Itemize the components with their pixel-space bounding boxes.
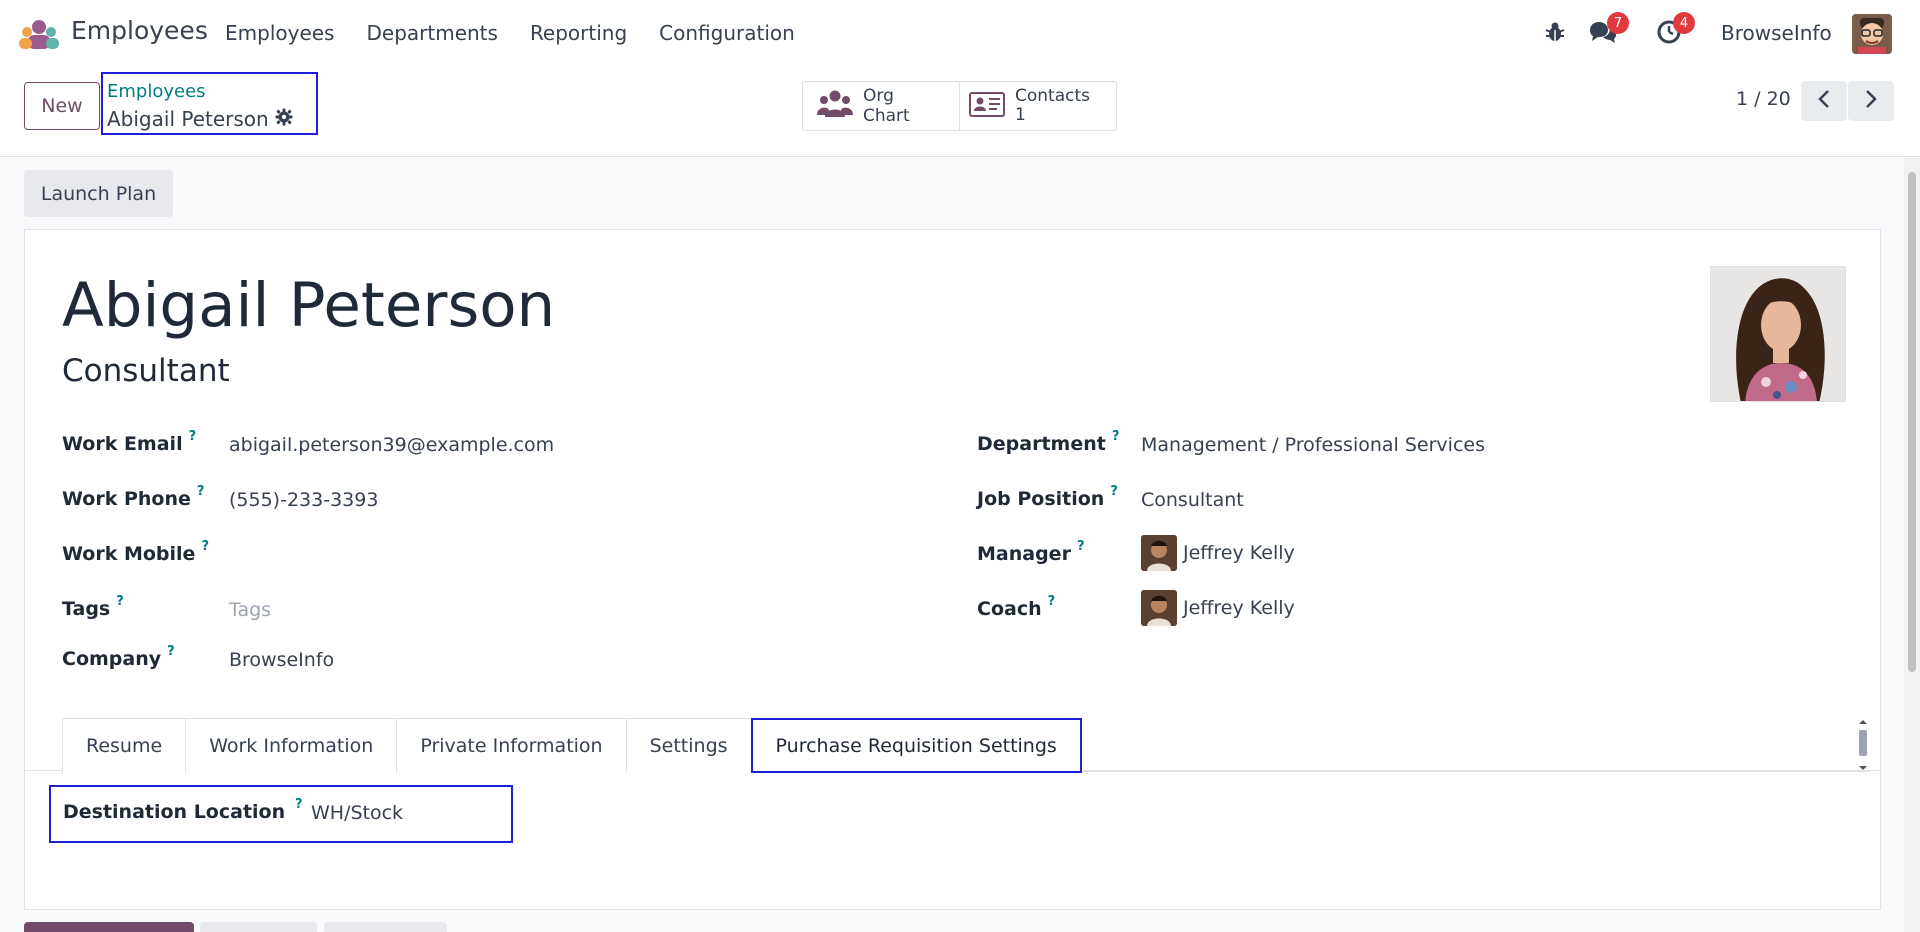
field-tags: Tags ? Tags [62,594,271,621]
chevron-left-icon [1817,89,1831,113]
control-panel: New Employees Abigail Peterson Org Chart… [0,69,1920,157]
manager-name: Jeffrey Kelly [1183,542,1295,564]
menu-item-reporting[interactable]: Reporting [530,21,627,45]
menu-item-employees[interactable]: Employees [225,21,334,45]
help-marker[interactable]: ? [116,594,124,609]
menu-item-configuration[interactable]: Configuration [659,21,795,45]
destination-location-value[interactable]: WH/Stock [311,802,403,824]
help-marker[interactable]: ? [1110,484,1118,499]
field-manager: Manager ? Jeffrey Kelly [977,535,1295,571]
coach-label: Coach [977,598,1042,620]
contacts-count: 1 [1015,105,1026,125]
gear-icon[interactable] [275,107,293,131]
contacts-button[interactable]: Contacts 1 [959,82,1116,130]
work-phone-label: Work Phone [62,488,191,510]
coach-avatar [1141,590,1177,626]
chatter-log-note-button[interactable] [200,922,317,932]
org-chart-button[interactable]: Org Chart [803,82,959,130]
job-position-label: Job Position [977,488,1105,510]
tab-purchase-requisition-settings[interactable]: Purchase Requisition Settings [750,718,1082,773]
top-navbar: Employees Employees Departments Reportin… [0,0,1920,69]
notebook-tabs: Resume Work Information Private Informat… [62,718,1870,773]
breadcrumb-current: Abigail Peterson [107,107,293,131]
manager-label: Manager [977,543,1071,565]
messages-count-badge: 7 [1607,12,1629,34]
tabs-scrollbar[interactable] [1856,718,1870,772]
pager-value[interactable]: 1 / 20 [1736,88,1791,110]
tab-resume[interactable]: Resume [62,718,187,773]
app-name[interactable]: Employees [71,16,208,45]
field-company: Company ? BrowseInfo [62,644,334,671]
help-marker[interactable]: ? [201,539,209,554]
chevron-right-icon [1864,89,1878,113]
field-work-mobile: Work Mobile ? [62,539,209,565]
main-menu: Employees Departments Reporting Configur… [225,21,795,45]
messages-button[interactable]: 7 [1585,12,1629,54]
work-email-value[interactable]: abigail.peterson39@example.com [229,434,554,456]
work-mobile-label: Work Mobile [62,543,196,565]
field-work-email: Work Email ? abigail.peterson39@example.… [62,429,554,456]
org-chart-label: Org Chart [863,86,910,126]
user-avatar[interactable] [1852,14,1892,54]
new-button[interactable]: New [24,82,100,130]
employee-job-title[interactable]: Consultant [62,353,230,389]
contact-card-icon [969,90,1006,122]
employee-name[interactable]: Abigail Peterson [62,270,555,341]
help-marker[interactable]: ? [197,484,205,499]
coach-name: Jeffrey Kelly [1183,597,1295,619]
bug-icon [1544,21,1566,47]
breadcrumb-current-label: Abigail Peterson [107,107,269,131]
form-view: Launch Plan Abigail Peterson Consultant … [0,158,1920,932]
tab-work-information[interactable]: Work Information [185,718,398,773]
help-marker[interactable]: ? [167,644,175,659]
manager-avatar [1141,535,1177,571]
coach-value[interactable]: Jeffrey Kelly [1141,590,1295,626]
department-label: Department [977,433,1106,455]
help-marker[interactable]: ? [1048,594,1056,609]
breadcrumb: Employees Abigail Peterson [101,72,318,135]
app-logo-icon[interactable] [19,19,59,51]
help-marker[interactable]: ? [295,797,303,812]
pager-previous-button[interactable] [1801,81,1847,121]
field-job-position: Job Position ? Consultant [977,484,1244,511]
menu-item-departments[interactable]: Departments [366,21,497,45]
company-value[interactable]: BrowseInfo [229,649,334,671]
debug-button[interactable] [1540,14,1570,54]
help-marker[interactable]: ? [1112,429,1120,444]
employee-photo[interactable] [1710,266,1846,402]
field-work-phone: Work Phone ? (555)-233-3393 [62,484,378,511]
tags-input[interactable]: Tags [229,599,271,621]
job-position-value[interactable]: Consultant [1141,489,1244,511]
smart-buttons: Org Chart Contacts 1 [802,81,1117,131]
page-scrollbar-thumb[interactable] [1908,172,1916,672]
launch-plan-button[interactable]: Launch Plan [24,170,173,217]
department-value[interactable]: Management / Professional Services [1141,434,1485,456]
form-sheet: Abigail Peterson Consultant Work Email ?… [24,229,1882,910]
tags-label: Tags [62,598,111,620]
tab-settings[interactable]: Settings [625,718,752,773]
chatter-activities-button[interactable] [324,922,447,932]
company-label: Company [62,648,162,670]
help-marker[interactable]: ? [189,429,197,444]
work-phone-value[interactable]: (555)-233-3393 [229,489,378,511]
pager-next-button[interactable] [1848,81,1894,121]
activities-button[interactable]: 4 [1651,12,1695,54]
contacts-label: Contacts [1015,86,1091,106]
org-chart-icon [817,89,853,123]
page-scrollbar[interactable] [1904,158,1920,932]
chatter-send-message-button[interactable] [24,922,194,932]
field-department: Department ? Management / Professional S… [977,429,1485,456]
work-mobile-value[interactable] [229,544,529,568]
breadcrumb-parent-link[interactable]: Employees [107,81,206,102]
field-coach: Coach ? Jeffrey Kelly [977,590,1295,626]
activities-count-badge: 4 [1673,12,1695,34]
manager-value[interactable]: Jeffrey Kelly [1141,535,1295,571]
tab-private-information[interactable]: Private Information [396,718,627,773]
company-switcher[interactable]: BrowseInfo [1721,21,1832,45]
destination-location-label: Destination Location [63,801,286,823]
field-destination-location: Destination Location ? WH/Stock [49,785,513,843]
help-marker[interactable]: ? [1077,539,1085,554]
work-email-label: Work Email [62,433,183,455]
